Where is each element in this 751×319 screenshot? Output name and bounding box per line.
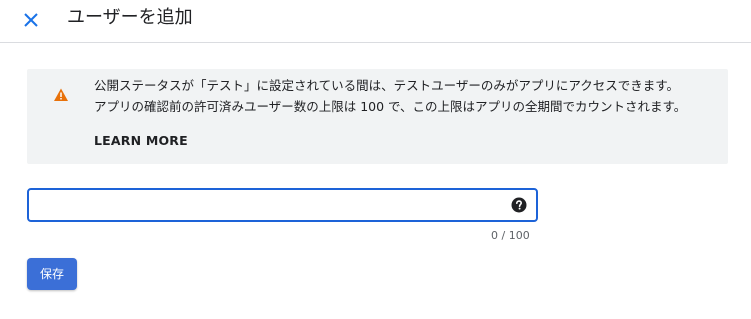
dialog-title: ユーザーを追加 xyxy=(67,7,193,28)
user-email-input[interactable] xyxy=(37,194,501,218)
background-fragment: · · xyxy=(0,0,8,319)
close-icon[interactable] xyxy=(18,7,44,33)
banner-text-line-2: アプリの確認前の許可済みユーザー数の上限は 100 で、この上限はアプリの全期間… xyxy=(94,99,687,114)
background-text-fragment: · xyxy=(0,133,1,145)
warning-icon xyxy=(53,87,69,103)
save-button[interactable]: 保存 xyxy=(27,258,77,290)
user-email-field[interactable] xyxy=(27,188,538,222)
add-user-dialog: · · ユーザーを追加 公開ステータスが「テスト」に設定されている間は、テストユ… xyxy=(0,0,751,319)
dialog-header: ユーザーを追加 xyxy=(0,0,751,43)
learn-more-link[interactable]: LEARN MORE xyxy=(94,133,188,149)
background-text-fragment: · xyxy=(0,154,1,166)
help-circle-icon[interactable] xyxy=(511,197,527,213)
character-counter: 0 / 100 xyxy=(491,229,530,242)
banner-text-line-1: 公開ステータスが「テスト」に設定されている間は、テストユーザーのみがアプリにアク… xyxy=(94,78,680,93)
test-status-warning-banner: 公開ステータスが「テスト」に設定されている間は、テストユーザーのみがアプリにアク… xyxy=(27,69,728,164)
